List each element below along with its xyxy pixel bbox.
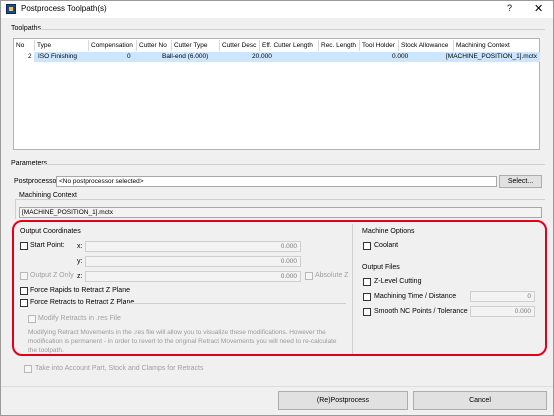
column-header-compensation[interactable]: Compensation	[89, 40, 137, 51]
column-header-cutter-desc[interactable]: Cutter Desc	[220, 40, 260, 51]
cell-type: ISO Finishing	[38, 53, 78, 60]
column-header-tool-holder[interactable]: Tool Holder	[360, 40, 399, 51]
footer-divider	[1, 386, 553, 387]
cell-eff-length: 20.000	[252, 53, 272, 60]
column-header-eff-cutter-length[interactable]: Eff. Cutter Length	[260, 40, 319, 51]
machining-context-field: [MACHINE_POSITION_1].mctx	[19, 207, 542, 218]
cell-machining-context: [MACHINE_POSITION_1].mctx	[446, 53, 538, 60]
parameters-divider	[41, 164, 545, 165]
column-header-stock-allowance[interactable]: Stock Allowance	[399, 40, 454, 51]
cell-stock-allowance: 0.000	[392, 53, 409, 60]
column-header-rec-length[interactable]: Rec. Length	[319, 40, 360, 51]
postprocessor-field[interactable]: <No postprocessor selected>	[56, 176, 497, 187]
dialog-window: Postprocess Toolpath(s) ? ✕ Toolpaths No…	[0, 0, 554, 416]
cancel-button[interactable]: Cancel	[413, 391, 547, 410]
postprocess-button[interactable]: (Re)Postprocess	[278, 391, 408, 410]
app-icon	[6, 4, 16, 14]
select-postprocessor-button[interactable]: Select...	[499, 175, 542, 188]
column-header-no[interactable]: No	[14, 40, 35, 51]
machining-context-label: Machining Context	[19, 192, 77, 199]
postprocessor-label: Postprocessor	[14, 178, 59, 185]
help-button[interactable]: ?	[507, 3, 512, 13]
cell-cutter-type: Ball-end (6.000)	[162, 53, 209, 60]
toolpath-table[interactable]: No Type Compensation Cutter No Cutter Ty…	[13, 38, 540, 150]
take-into-account-label: Take into Account Part, Stock and Clamps…	[35, 365, 204, 372]
title-bar: Postprocess Toolpath(s) ? ✕	[1, 1, 553, 18]
cell-no: 2	[28, 53, 32, 60]
column-header-cutter-no[interactable]: Cutter No	[137, 40, 172, 51]
window-title: Postprocess Toolpath(s)	[21, 4, 107, 13]
column-header-cutter-type[interactable]: Cutter Type	[172, 40, 220, 51]
column-header-type[interactable]: Type	[35, 40, 89, 51]
highlight-annotation	[12, 220, 547, 356]
column-header-machining-context[interactable]: Machining Context	[454, 40, 539, 51]
cell-cutter-no: 0	[127, 53, 131, 60]
take-into-account-checkbox[interactable]	[24, 365, 32, 373]
close-icon[interactable]: ✕	[534, 2, 543, 15]
toolpaths-divider	[37, 29, 545, 30]
